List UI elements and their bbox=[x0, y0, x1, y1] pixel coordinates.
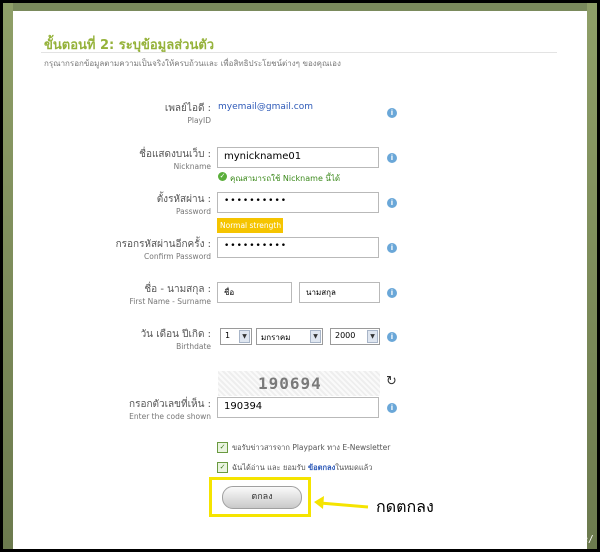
birth-day-select[interactable]: 1 ▼ bbox=[220, 328, 252, 345]
first-name-input[interactable]: ชื่อ bbox=[217, 282, 292, 303]
nickname-input[interactable]: mynickname01 bbox=[217, 147, 379, 168]
birthdate-label-th: วัน เดือน ปีเกิด : bbox=[140, 329, 211, 340]
captcha-input[interactable]: 190394 bbox=[217, 397, 379, 418]
playid-info-icon[interactable]: i bbox=[387, 108, 397, 118]
captcha-info-icon[interactable]: i bbox=[387, 403, 397, 413]
name-label-th: ชื่อ - นามสกุล : bbox=[144, 284, 211, 295]
playid-label-en: PlayID bbox=[187, 116, 211, 125]
refresh-icon[interactable]: ↻ bbox=[386, 374, 397, 389]
submit-button[interactable]: ตกลง bbox=[222, 486, 302, 509]
confirm-label-en: Confirm Password bbox=[144, 252, 211, 261]
terms-prefix: ฉันได้อ่าน และ ยอมรับ bbox=[232, 463, 308, 472]
confirm-password-input[interactable]: •••••••••• bbox=[217, 237, 379, 258]
terms-checkbox[interactable]: ✓ bbox=[217, 462, 228, 473]
right-border bbox=[587, 3, 597, 549]
captcha-label-th: กรอกตัวเลขที่เห็น : bbox=[129, 399, 211, 410]
name-label-en: First Name - Surname bbox=[129, 297, 211, 306]
name-label: ชื่อ - นามสกุล : First Name - Surname bbox=[129, 282, 211, 306]
confirm-info-icon[interactable]: i bbox=[387, 243, 397, 253]
password-label-th: ตั้งรหัสผ่าน : bbox=[156, 194, 211, 205]
name-info-icon[interactable]: i bbox=[387, 288, 397, 298]
chevron-down-icon: ▼ bbox=[310, 330, 321, 343]
newsletter-label: ขอรับข่าวสารจาก Playpark ทาง E-Newslette… bbox=[232, 443, 391, 452]
birth-day-value: 1 bbox=[225, 331, 231, 340]
terms-suffix: ในหมดแล้ว bbox=[335, 463, 373, 472]
confirm-label-th: กรอกรหัสผ่านอีกครั้ง : bbox=[115, 239, 211, 250]
birthdate-info-icon[interactable]: i bbox=[387, 332, 397, 342]
surname-input[interactable]: นามสกุล bbox=[299, 282, 380, 303]
annotation-label: กดตกลง bbox=[376, 497, 434, 516]
playid-value: myemail@gmail.com bbox=[218, 102, 313, 112]
chevron-down-icon: ▼ bbox=[367, 330, 378, 343]
captcha-image: 190694 bbox=[218, 371, 380, 396]
divider bbox=[41, 52, 557, 53]
captcha-label-en: Enter the code shown bbox=[129, 412, 211, 421]
nickname-info-icon[interactable]: i bbox=[387, 153, 397, 163]
birth-year-value: 2000 bbox=[335, 331, 356, 340]
password-label-en: Password bbox=[175, 207, 211, 216]
birthdate-label-en: Birthdate bbox=[176, 342, 211, 351]
chevron-down-icon: ▼ bbox=[239, 330, 250, 343]
password-info-icon[interactable]: i bbox=[387, 198, 397, 208]
nickname-status: คุณสามารถใช้ Nickname นี้ได้ bbox=[230, 174, 341, 183]
terms-label: ฉันได้อ่าน และ ยอมรับ ข้อตกลงในหมดแล้ว bbox=[232, 462, 372, 474]
birth-year-select[interactable]: 2000 ▼ bbox=[330, 328, 380, 345]
newsletter-checkbox[interactable]: ✓ bbox=[217, 442, 228, 453]
terms-link[interactable]: ข้อตกลง bbox=[308, 463, 335, 472]
confirm-password-label: กรอกรหัสผ่านอีกครั้ง : Confirm Password bbox=[116, 237, 211, 261]
watermark: [929x826] https://upic.me/ bbox=[445, 534, 594, 545]
nickname-label-en: Nickname bbox=[173, 162, 211, 171]
playid-label: เพลย์ไอดี : PlayID bbox=[165, 101, 211, 125]
password-label: ตั้งรหัสผ่าน : Password bbox=[157, 192, 211, 216]
arrow-left-icon bbox=[314, 496, 369, 509]
playid-label-th: เพลย์ไอดี : bbox=[164, 103, 211, 114]
nickname-label: ชื่อแสดงบนเว็บ : Nickname bbox=[139, 147, 211, 171]
birthdate-label: วัน เดือน ปีเกิด : Birthdate bbox=[141, 327, 211, 351]
birth-month-value: มกราคม bbox=[261, 333, 291, 342]
password-strength-badge: Normal strength bbox=[217, 218, 283, 233]
nickname-label-th: ชื่อแสดงบนเว็บ : bbox=[139, 149, 211, 160]
page-subtitle: กรุณากรอกข้อมูลตามความเป็นจริงให้ครบถ้วน… bbox=[44, 59, 341, 68]
captcha-code: 190694 bbox=[258, 374, 322, 393]
captcha-label: กรอกตัวเลขที่เห็น : Enter the code shown bbox=[129, 397, 211, 421]
left-border bbox=[3, 3, 13, 549]
birth-month-select[interactable]: มกราคม ▼ bbox=[256, 328, 323, 345]
password-input[interactable]: •••••••••• bbox=[217, 192, 379, 213]
check-circle-icon: ✓ bbox=[218, 172, 227, 181]
